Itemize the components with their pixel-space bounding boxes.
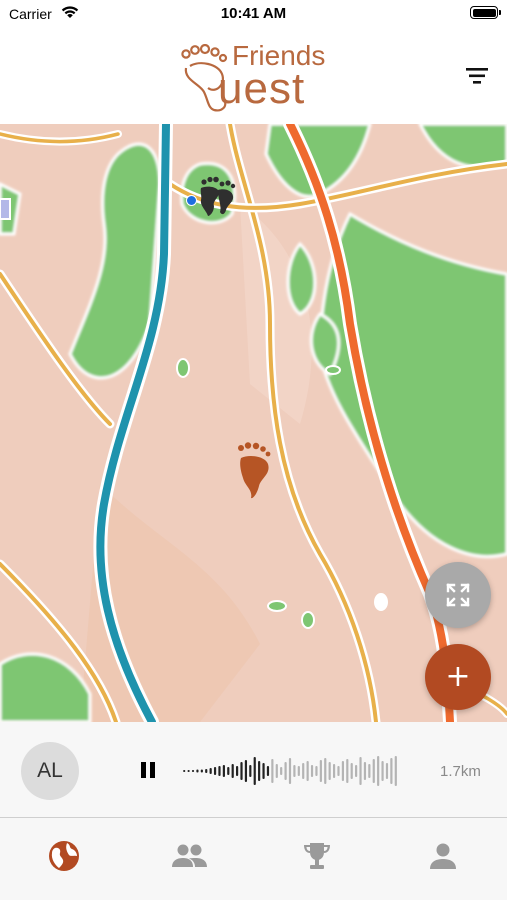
- map-view[interactable]: +: [0, 124, 507, 722]
- tab-bar: [0, 818, 507, 900]
- waveform-bar: [213, 767, 217, 775]
- waveform-bar: [266, 766, 270, 776]
- friend-footprint-orange-icon[interactable]: [235, 442, 273, 500]
- waveform-bar: [381, 761, 384, 781]
- trophy-icon: [304, 843, 330, 869]
- waveform-bar: [200, 769, 203, 773]
- waveform-bar: [337, 766, 340, 776]
- waveform-bar: [319, 760, 322, 782]
- waveform-bar: [324, 758, 327, 784]
- waveform-bar: [372, 759, 375, 783]
- waveform-bar: [359, 757, 362, 785]
- waveform-bar: [236, 766, 239, 776]
- expand-map-button[interactable]: [425, 562, 491, 628]
- waveform-bar: [280, 767, 283, 775]
- person-icon: [430, 843, 456, 869]
- audio-player: AL 1.7km: [0, 722, 507, 818]
- filter-icon: [466, 68, 488, 84]
- waveform-bar: [231, 764, 234, 778]
- app-logo: Friends uest: [178, 38, 328, 113]
- waveform-bar: [218, 766, 221, 776]
- waveform-bar: [249, 765, 252, 777]
- waveform-bar: [328, 762, 331, 780]
- pause-button[interactable]: [136, 758, 162, 784]
- waveform-bar: [363, 762, 367, 780]
- waveform-bar: [315, 766, 318, 776]
- waveform-bar: [385, 763, 389, 779]
- avatar-initials: AL: [37, 759, 63, 782]
- waveform-bar: [341, 761, 344, 781]
- filter-button[interactable]: [462, 64, 494, 88]
- waveform-bar: [346, 759, 349, 783]
- logo-text-quest: uest: [218, 64, 306, 113]
- waveform-bar: [183, 770, 186, 772]
- waveform-bar: [293, 765, 296, 777]
- waveform-bar: [205, 769, 208, 773]
- map-tiles: [0, 124, 507, 722]
- tab-friends[interactable]: [170, 836, 210, 876]
- clock: 10:41 AM: [220, 5, 287, 22]
- audio-waveform[interactable]: [182, 752, 398, 790]
- waveform-bar: [209, 768, 212, 774]
- expand-icon: [446, 583, 470, 607]
- waveform-bar: [297, 766, 300, 776]
- waveform-bar: [390, 758, 393, 784]
- waveform-bar: [332, 764, 336, 778]
- app-header: Friends uest: [0, 28, 507, 124]
- waveform-bar: [377, 756, 380, 786]
- user-location-dot: [186, 195, 197, 206]
- status-bar: Carrier 10:41 AM: [0, 0, 507, 28]
- people-icon: [172, 844, 207, 867]
- waveform-bar: [310, 765, 314, 777]
- waveform-bar: [271, 759, 274, 783]
- waveform-bar: [187, 770, 190, 772]
- friend-footprint-dark-icon[interactable]: [198, 176, 236, 218]
- waveform-bar: [368, 764, 371, 778]
- waveform-bar: [302, 763, 305, 779]
- waveform-bar: [244, 760, 248, 782]
- avatar[interactable]: AL: [21, 742, 79, 800]
- add-button[interactable]: +: [425, 644, 491, 710]
- waveform-bar: [262, 763, 265, 779]
- tab-map[interactable]: [44, 836, 84, 876]
- globe-icon: [49, 841, 79, 871]
- distance-label: 1.7km: [440, 763, 481, 780]
- waveform-bar: [288, 758, 292, 784]
- tab-leaderboard[interactable]: [297, 836, 337, 876]
- waveform-bar: [191, 770, 195, 772]
- waveform-bar: [240, 762, 243, 780]
- waveform-bar: [253, 757, 256, 785]
- waveform-bar: [350, 763, 353, 779]
- waveform-bar: [355, 765, 358, 777]
- waveform-bar: [222, 765, 225, 777]
- battery-icon: [470, 6, 501, 19]
- waveform-bar: [275, 764, 278, 778]
- pause-icon: [141, 762, 146, 778]
- waveform-bar: [394, 756, 397, 786]
- waveform-bar: [306, 761, 309, 781]
- waveform-bar: [258, 761, 261, 781]
- plus-icon: +: [445, 659, 471, 694]
- waveform-bar: [227, 767, 230, 775]
- waveform-bar: [196, 769, 199, 773]
- waveform-bar: [284, 762, 287, 780]
- tab-profile[interactable]: [423, 836, 463, 876]
